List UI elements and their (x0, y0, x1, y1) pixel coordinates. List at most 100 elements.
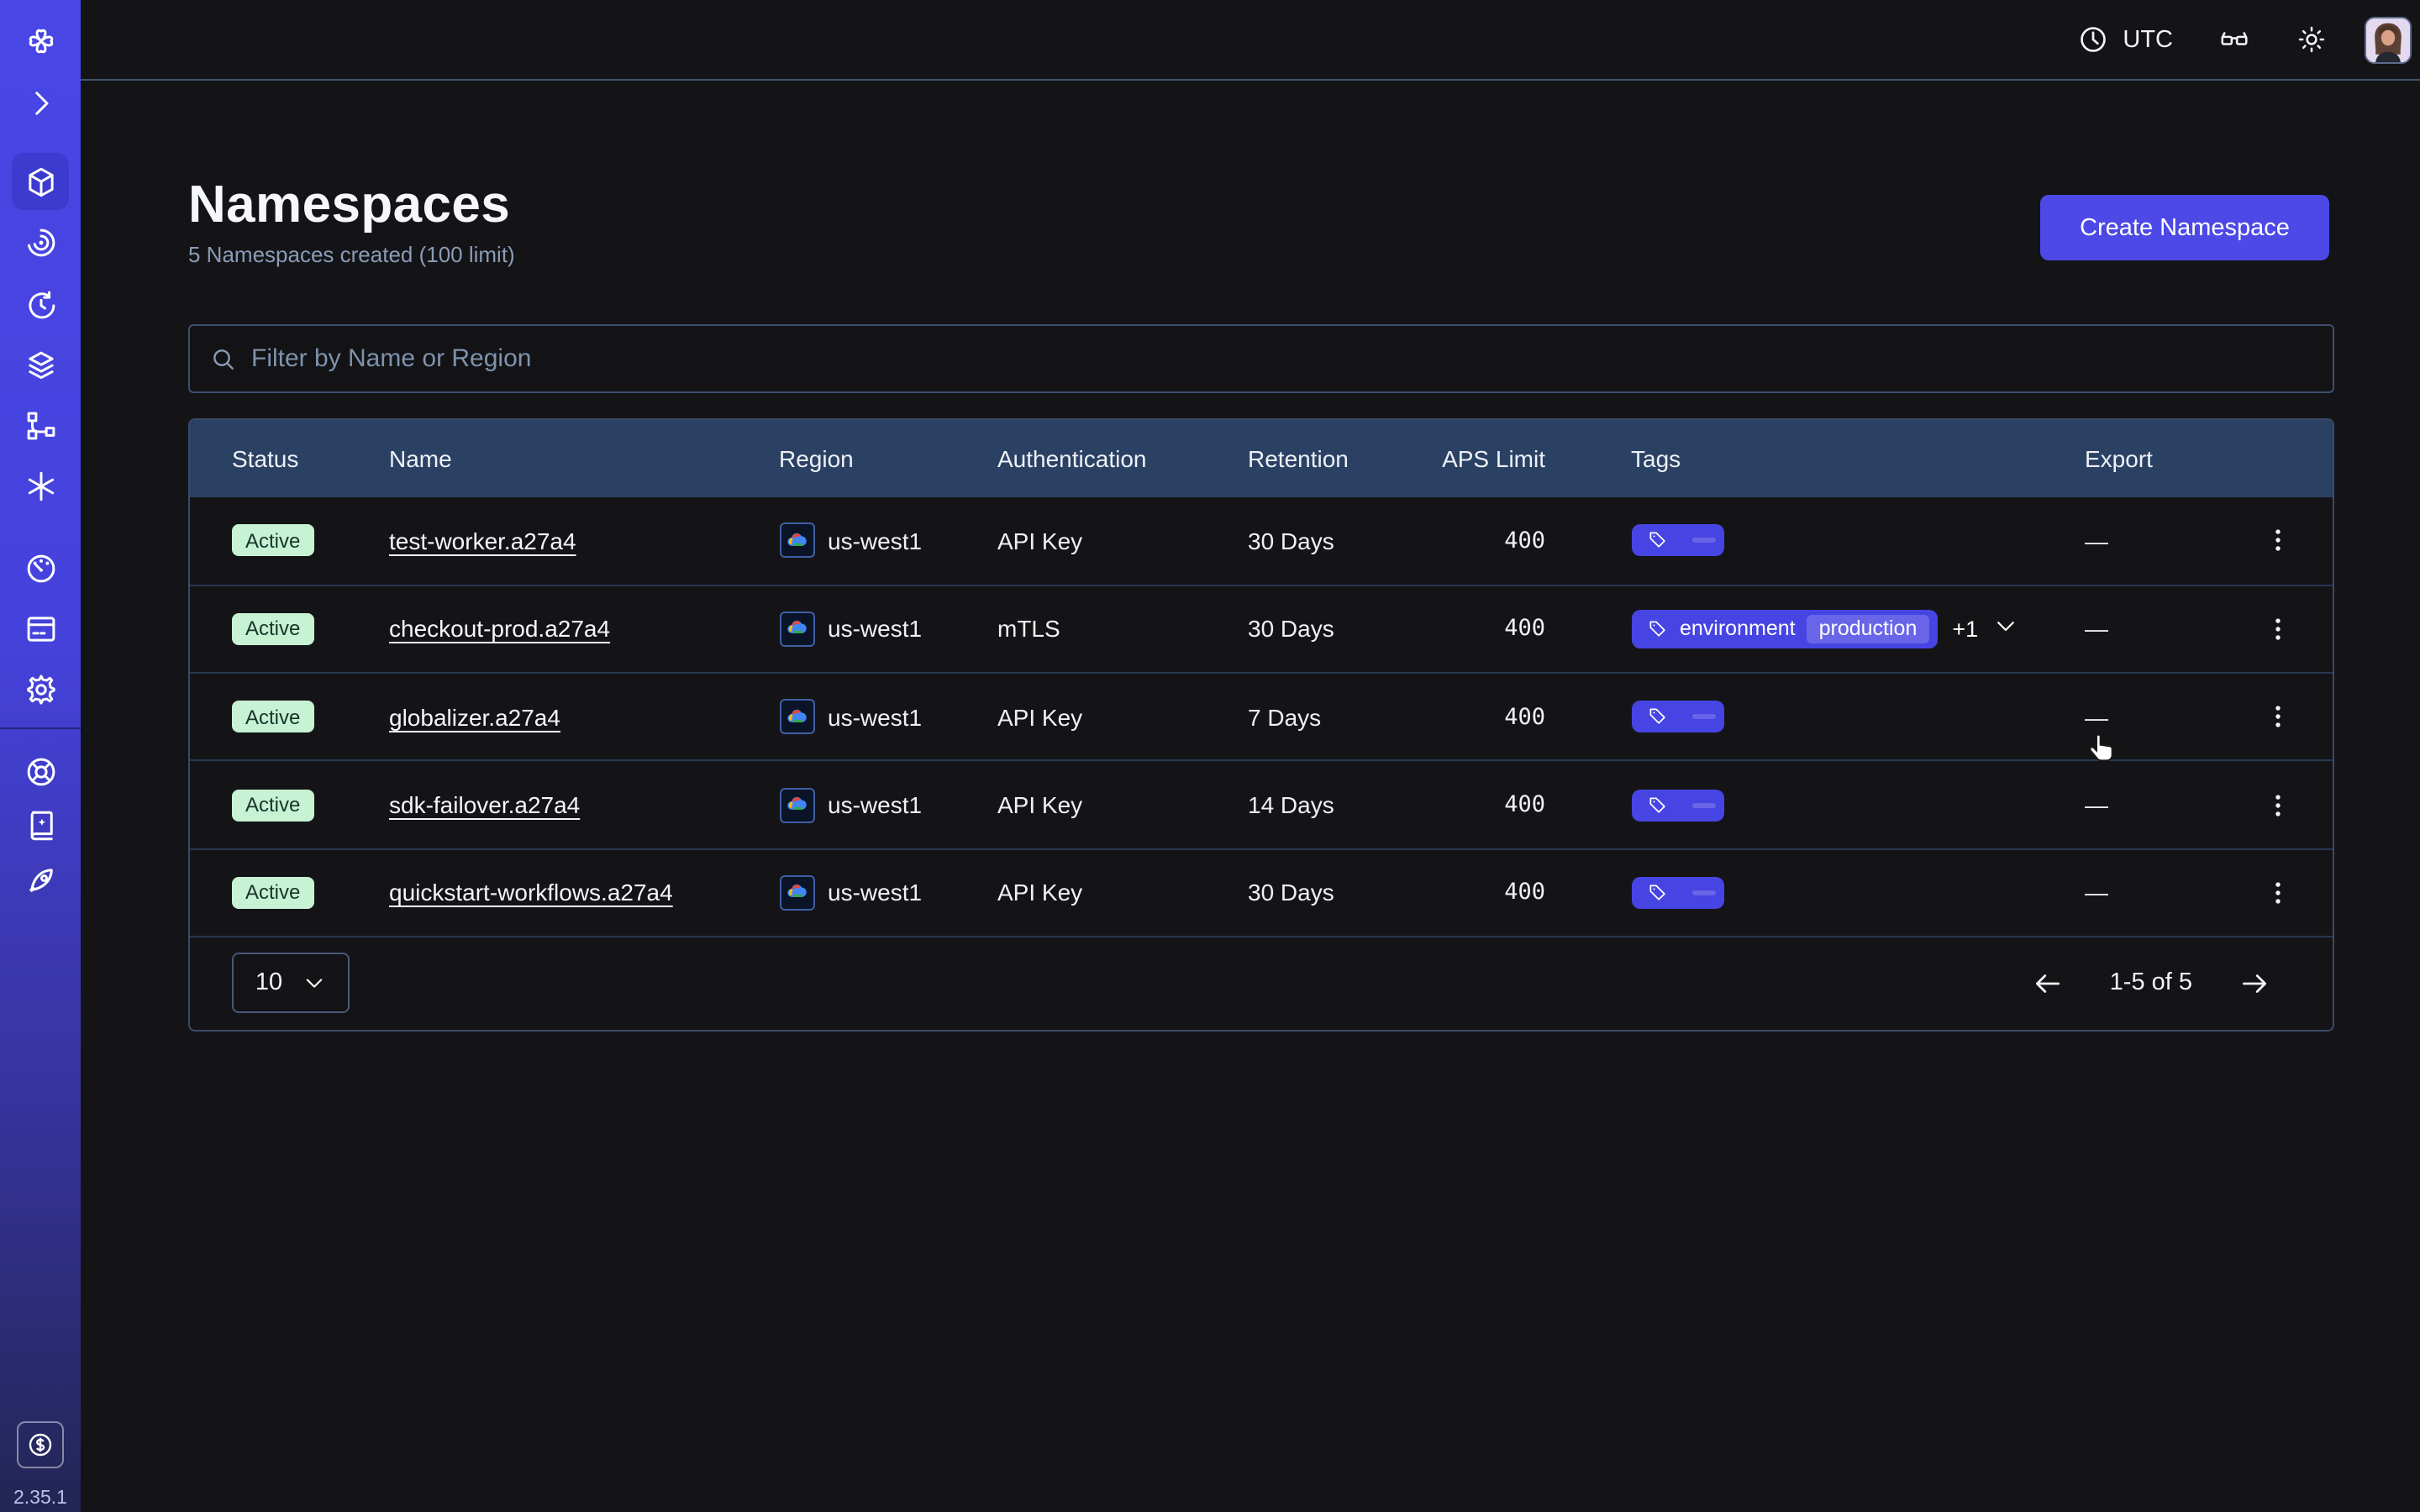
user-avatar[interactable] (2365, 16, 2412, 63)
tag-pill[interactable] (1631, 524, 1723, 556)
region-name: us-west1 (828, 703, 922, 730)
tag-pill[interactable] (1631, 877, 1723, 909)
filter-input[interactable] (251, 344, 2312, 373)
namespaces-table: Status Name Region Authentication Retent… (187, 417, 2333, 1032)
column-header-region: Region (779, 444, 997, 471)
table-row[interactable]: Active globalizer.a27a4 us-west1 API Key… (189, 672, 2332, 760)
sidebar-item-batch-operations[interactable] (0, 402, 81, 449)
sidebar-item-target[interactable] (0, 218, 81, 265)
arrow-left-icon (2033, 968, 2065, 1000)
column-header-aps-limit: APS Limit (1441, 444, 1631, 471)
tag-pill[interactable]: environment production (1631, 610, 1937, 648)
book-sparkle-icon (23, 807, 58, 843)
region-name: us-west1 (828, 616, 922, 643)
create-namespace-button[interactable]: Create Namespace (2040, 195, 2329, 260)
theme-toggle[interactable] (2296, 24, 2328, 55)
kebab-menu-icon (2263, 879, 2291, 907)
workflow-branch-icon (23, 407, 58, 443)
tag-icon (1646, 706, 1668, 727)
page-size-select[interactable]: 10 (232, 953, 350, 1014)
gear-icon (23, 671, 58, 706)
app-version: 2.35.1 (0, 1488, 81, 1509)
retention-value: 30 Days (1248, 527, 1441, 554)
column-header-tags: Tags (1631, 444, 2085, 471)
kebab-menu-icon (2263, 615, 2291, 643)
table-row[interactable]: Active checkout-prod.a27a4 us-west1 mTLS… (189, 585, 2332, 673)
google-cloud-icon (779, 699, 814, 734)
table-body: Active test-worker.a27a4 us-west1 API Ke… (189, 496, 2332, 936)
column-header-name: Name (389, 444, 779, 471)
export-value: — (2085, 791, 2223, 818)
tag-icon (1646, 618, 1668, 640)
temporal-logo-icon[interactable] (0, 17, 81, 64)
rocket-icon (23, 863, 58, 898)
search-icon (209, 345, 236, 372)
region-name: us-west1 (828, 527, 922, 554)
dev-mode-toggle[interactable] (2218, 24, 2250, 55)
tag-value (1691, 890, 1715, 895)
table-row[interactable]: Active quickstart-workflows.a27a4 us-wes… (189, 848, 2332, 936)
tag-pill[interactable] (1631, 701, 1723, 732)
aps-limit-value: 400 (1441, 616, 1631, 643)
sidebar-item-nexus[interactable] (0, 462, 81, 509)
page-title: Namespaces (188, 175, 515, 235)
sidebar-item-schedules[interactable] (0, 281, 81, 328)
sun-icon (2296, 24, 2328, 55)
authentication-value: mTLS (997, 616, 1248, 643)
sidebar-item-namespaces-active[interactable] (12, 153, 69, 210)
clock-icon (2077, 24, 2109, 55)
tag-icon (1646, 882, 1668, 904)
tag-icon (1646, 794, 1668, 816)
sidebar-item-deployments[interactable] (0, 341, 81, 388)
export-value: — (2085, 879, 2223, 906)
topbar: UTC (81, 0, 2420, 81)
sidebar-item-settings[interactable] (0, 665, 81, 712)
tag-key: environment (1680, 617, 1796, 641)
namespace-name-link[interactable]: quickstart-workflows.a27a4 (389, 879, 673, 906)
tag-value (1691, 538, 1715, 543)
table-row[interactable]: Active sdk-failover.a27a4 us-west1 API K… (189, 760, 2332, 848)
target-spiral-icon (23, 224, 58, 260)
tag-icon (1646, 529, 1668, 551)
namespace-name-link[interactable]: sdk-failover.a27a4 (389, 791, 580, 818)
timezone-selector[interactable]: UTC (2077, 24, 2173, 55)
region-name: us-west1 (828, 791, 922, 818)
asterisk-icon (23, 468, 58, 503)
row-actions-menu-button[interactable] (2223, 849, 2332, 936)
namespace-name-link[interactable]: test-worker.a27a4 (389, 527, 576, 554)
kebab-menu-icon (2263, 790, 2291, 819)
column-header-authentication: Authentication (997, 444, 1248, 471)
column-header-export: Export (2085, 444, 2223, 471)
status-badge: Active (232, 701, 313, 732)
google-cloud-icon (779, 612, 814, 647)
kebab-menu-icon (2263, 526, 2291, 554)
sidebar-divider (0, 727, 81, 729)
namespace-name-link[interactable]: checkout-prod.a27a4 (389, 616, 610, 643)
main-content: Namespaces 5 Namespaces created (100 lim… (81, 81, 2420, 1512)
sidebar-item-billing[interactable] (0, 605, 81, 652)
namespace-name-link[interactable]: globalizer.a27a4 (389, 703, 560, 730)
tags-expand-chevron-icon[interactable] (1993, 614, 2018, 644)
sidebar-expand-chevron-right-icon[interactable] (0, 79, 81, 126)
sidebar-item-usage[interactable] (0, 544, 81, 591)
sidebar-item-get-started[interactable] (0, 857, 81, 904)
retention-value: 30 Days (1248, 879, 1441, 906)
next-page-button[interactable] (2238, 968, 2270, 1000)
sidebar: 2.35.1 (0, 0, 81, 1512)
export-value: — (2085, 527, 2223, 554)
tag-pill[interactable] (1631, 789, 1723, 821)
table-row[interactable]: Active test-worker.a27a4 us-west1 API Ke… (189, 496, 2332, 585)
row-actions-menu-button[interactable] (2223, 586, 2332, 673)
sidebar-item-support[interactable] (0, 748, 81, 795)
previous-page-button[interactable] (2033, 968, 2065, 1000)
chevron-down-icon (302, 972, 326, 995)
google-cloud-icon (779, 787, 814, 822)
row-actions-menu-button[interactable] (2223, 496, 2332, 585)
row-actions-menu-button[interactable] (2223, 762, 2332, 848)
layers-icon (23, 347, 58, 382)
authentication-value: API Key (997, 527, 1248, 554)
credits-button[interactable] (17, 1421, 64, 1468)
filter-bar[interactable] (187, 324, 2333, 393)
sidebar-item-docs[interactable] (0, 801, 81, 848)
row-actions-menu-button[interactable] (2223, 674, 2332, 760)
